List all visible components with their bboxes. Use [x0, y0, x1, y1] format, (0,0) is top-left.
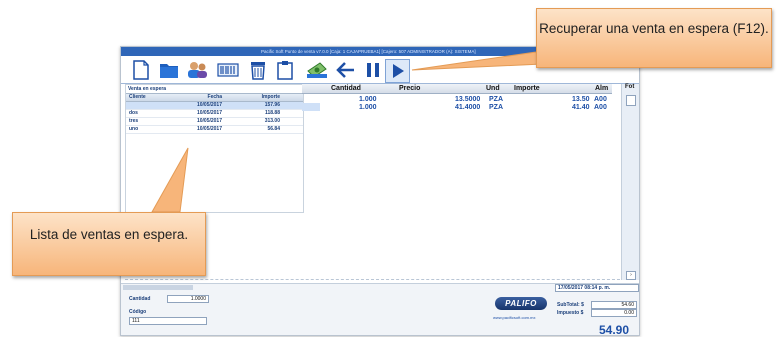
- fecha-cell: 10/05/2017: [196, 110, 222, 116]
- waiting-sale-row[interactable]: uno 10/05/2017 56.84: [126, 126, 303, 134]
- cliente-cell: [126, 102, 184, 109]
- trash-icon[interactable]: [246, 59, 269, 81]
- waiting-sale-row[interactable]: 10/05/2017 157.96: [126, 102, 303, 110]
- callout-list: Lista de ventas en espera.: [12, 212, 206, 276]
- waiting-sales-header: Cliente Fecha Importe: [126, 93, 303, 102]
- fecha-cell: 10/05/2017: [196, 118, 222, 124]
- website-link[interactable]: www.pacificsoft.com.mx: [493, 315, 535, 320]
- callout-recover: Recuperar una venta en espera (F12).: [536, 8, 772, 68]
- cantidad-label: Cantidad: [129, 296, 151, 302]
- photo-icon[interactable]: [626, 95, 636, 106]
- new-document-icon[interactable]: [129, 59, 152, 81]
- cantidad-cell: 1.000: [359, 104, 377, 111]
- status-strip: [123, 285, 193, 290]
- und-cell: PZA: [489, 104, 503, 111]
- column-precio[interactable]: Precio: [399, 84, 420, 93]
- importe-cell: 157.96: [264, 102, 280, 108]
- column-importe[interactable]: Importe: [228, 94, 282, 101]
- codigo-label: Código: [129, 309, 147, 315]
- paste-document-icon[interactable]: [273, 59, 296, 81]
- column-fecha[interactable]: Fecha: [184, 94, 228, 101]
- folder-icon[interactable]: [157, 59, 180, 81]
- alm-cell: A00: [594, 104, 607, 111]
- play-icon[interactable]: [385, 59, 410, 83]
- sale-item-row[interactable]: 1.000 41.4000 PZA 41.40 A00: [302, 103, 612, 112]
- impuesto-label: Impuesto $: [557, 310, 584, 316]
- waiting-sale-row[interactable]: tres 10/05/2017 313.00: [126, 118, 303, 126]
- fecha-cell: 10/05/2017: [196, 126, 222, 132]
- importe-cell: 41.40: [572, 104, 590, 111]
- back-arrow-icon[interactable]: [334, 59, 357, 81]
- cantidad-input[interactable]: 1.0000: [167, 295, 209, 303]
- subtotal-value: 54.60: [591, 301, 637, 309]
- callout-pointer-recover: [411, 51, 543, 71]
- pause-icon[interactable]: [361, 59, 384, 81]
- sale-grid-header: Cantidad Precio Und Importe Alm: [302, 84, 612, 94]
- datetime-display: 17/05/2017 08:14 p. m.: [555, 284, 639, 292]
- bottom-panel: Cantidad 1.0000 Código 111 PALIFO www.pa…: [121, 283, 639, 336]
- waiting-sales-title: Venta en espera: [128, 86, 167, 92]
- column-und[interactable]: Und: [486, 84, 500, 93]
- importe-cell: 118.88: [264, 110, 280, 116]
- corner-label: Fot: [625, 84, 635, 90]
- customers-icon[interactable]: [185, 59, 208, 81]
- barcode-card-icon[interactable]: [216, 59, 239, 81]
- column-importe[interactable]: Importe: [514, 84, 540, 93]
- importe-cell: 313.00: [264, 118, 280, 124]
- subtotal-label: SubTotal: $: [557, 302, 584, 308]
- importe-cell: 56.84: [267, 126, 280, 132]
- cliente-cell: tres: [129, 118, 139, 124]
- column-cliente[interactable]: Cliente: [126, 94, 184, 101]
- callout-pointer-list: [151, 147, 189, 213]
- pacific-logo: PALIFO: [495, 297, 547, 310]
- scroll-down-icon[interactable]: ›: [626, 271, 636, 280]
- waiting-sale-row[interactable]: dos 10/05/2017 118.88: [126, 110, 303, 118]
- cliente-cell: uno: [129, 126, 139, 132]
- cliente-cell: dos: [129, 110, 138, 116]
- column-alm[interactable]: Alm: [595, 84, 608, 93]
- fecha-cell: 10/05/2017: [196, 102, 222, 108]
- divider: [125, 279, 620, 280]
- right-side-panel: Fot ›: [621, 84, 639, 280]
- codigo-input[interactable]: 111: [129, 317, 207, 325]
- column-cantidad[interactable]: Cantidad: [331, 84, 361, 93]
- total-amount: 54.90: [599, 323, 630, 336]
- impuesto-value: 0.00: [591, 309, 637, 317]
- precio-cell: 41.4000: [455, 104, 481, 111]
- cash-icon[interactable]: [305, 59, 328, 81]
